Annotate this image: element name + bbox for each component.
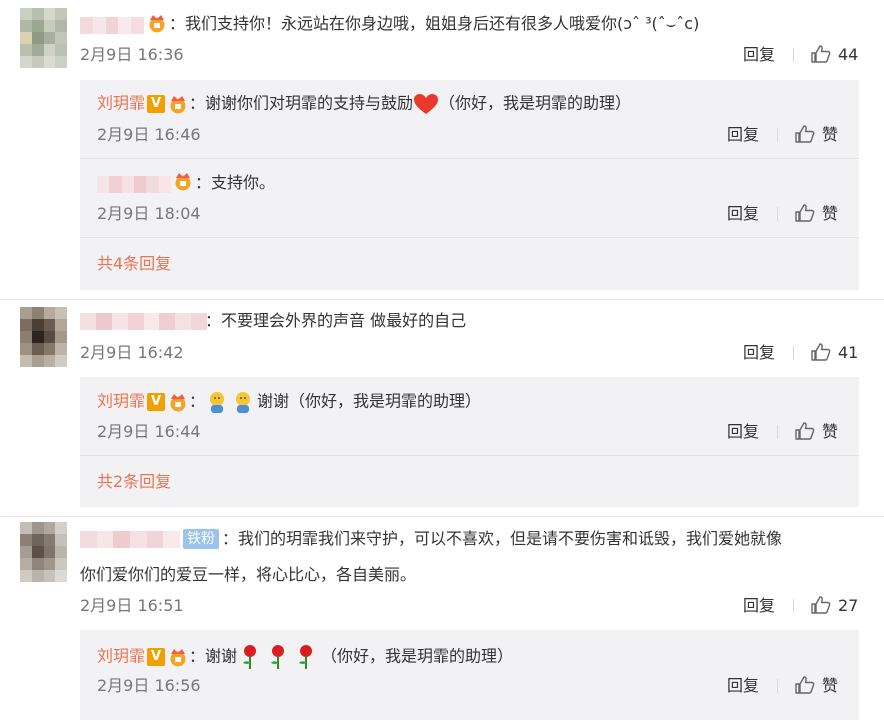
divider xyxy=(793,346,794,360)
thumbs-up-icon[interactable] xyxy=(810,595,832,615)
username[interactable] xyxy=(80,313,207,330)
divider xyxy=(777,679,778,693)
like-label[interactable]: 赞 xyxy=(822,422,838,442)
divider xyxy=(793,599,794,613)
like-count: 41 xyxy=(838,343,859,362)
rose-emoji-icon xyxy=(243,645,313,669)
vip-badge-icon: V xyxy=(147,95,166,113)
reply-text: 刘玥霏 V ：谢谢你们对玥霏的支持与鼓励 （你好，我是玥霏的助理） xyxy=(97,93,631,115)
comment-divider xyxy=(0,299,884,300)
thumbs-up-icon[interactable] xyxy=(810,44,832,64)
crown-badge-icon xyxy=(170,394,186,412)
username[interactable] xyxy=(80,531,181,548)
comment-text: ：我们支持你！永远站在你身边哦，姐姐身后还有很多人哦爱你(ɔˆ ³(ˆ⌣ˆc) xyxy=(169,14,700,33)
fan-badge: 铁粉 xyxy=(183,529,219,549)
reply-button[interactable]: 回复 xyxy=(743,343,775,363)
reply-text: 刘玥霏 V ：谢谢 （你好，我是玥霏的助理） xyxy=(97,644,513,670)
like-label[interactable]: 赞 xyxy=(822,125,838,145)
username[interactable] xyxy=(97,176,171,193)
like-count: 44 xyxy=(838,45,859,64)
assistant-name[interactable]: 刘玥霏 xyxy=(97,94,145,113)
thumbs-up-icon[interactable] xyxy=(794,124,816,144)
crown-badge-icon xyxy=(170,649,186,667)
reply-button[interactable]: 回复 xyxy=(727,422,759,442)
thumbs-up-icon[interactable] xyxy=(794,675,816,695)
crown-badge-icon xyxy=(175,173,191,191)
vip-badge-icon: V xyxy=(147,648,166,666)
reply-time: 2月9日 18:04 xyxy=(97,204,201,223)
like-count: 27 xyxy=(838,596,859,615)
like-label[interactable]: 赞 xyxy=(822,204,838,224)
more-replies-link[interactable]: 共2条回复 xyxy=(97,472,171,492)
avatar[interactable] xyxy=(20,522,67,582)
avatar[interactable] xyxy=(20,8,67,68)
comment-time: 2月9日 16:51 xyxy=(80,596,184,615)
assistant-name[interactable]: 刘玥霏 xyxy=(97,647,145,666)
more-replies-link[interactable]: 共4条回复 xyxy=(97,254,171,274)
thumbs-up-icon[interactable] xyxy=(810,342,832,362)
reply-divider xyxy=(80,237,859,238)
like-label[interactable]: 赞 xyxy=(822,676,838,696)
thumbs-up-icon[interactable] xyxy=(794,421,816,441)
reply-button[interactable]: 回复 xyxy=(727,204,759,224)
comment-text: ：不要理会外界的声音 做最好的自己 xyxy=(205,311,467,330)
divider xyxy=(777,425,778,439)
heart-icon xyxy=(414,94,439,114)
crown-badge-icon xyxy=(149,15,165,33)
reply-button[interactable]: 回复 xyxy=(727,676,759,696)
reply-button[interactable]: 回复 xyxy=(727,125,759,145)
assistant-name[interactable]: 刘玥霏 xyxy=(97,392,145,411)
reply-time: 2月9日 16:56 xyxy=(97,676,201,695)
comment-text-line2: 你们爱你们的爱豆一样，将心比心，各自美丽。 xyxy=(80,565,417,584)
reply-time: 2月9日 16:46 xyxy=(97,125,201,144)
comment-text: ：我们的玥霏我们来守护，可以不喜欢，但是请不要伤害和诋毁，我们爱她就像 xyxy=(222,529,783,548)
divider xyxy=(777,207,778,221)
comment-time: 2月9日 16:36 xyxy=(80,45,184,64)
divider xyxy=(793,48,794,62)
hug-emoji-icon xyxy=(210,392,251,413)
comment-divider xyxy=(0,516,884,517)
vip-badge-icon: V xyxy=(147,393,166,411)
reply-button[interactable]: 回复 xyxy=(743,596,775,616)
comment-time: 2月9日 16:42 xyxy=(80,343,184,362)
avatar[interactable] xyxy=(20,307,67,367)
reply-divider xyxy=(80,455,859,456)
reply-button[interactable]: 回复 xyxy=(743,45,775,65)
thumbs-up-icon[interactable] xyxy=(794,203,816,223)
reply-time: 2月9日 16:44 xyxy=(97,422,201,441)
crown-badge-icon xyxy=(170,96,186,114)
reply-text: 刘玥霏 V： 谢谢（你好，我是玥霏的助理） xyxy=(97,390,481,414)
reply-text: ：支持你。 xyxy=(195,173,276,192)
reply-divider xyxy=(80,158,859,159)
divider xyxy=(777,128,778,142)
username[interactable] xyxy=(80,17,144,34)
